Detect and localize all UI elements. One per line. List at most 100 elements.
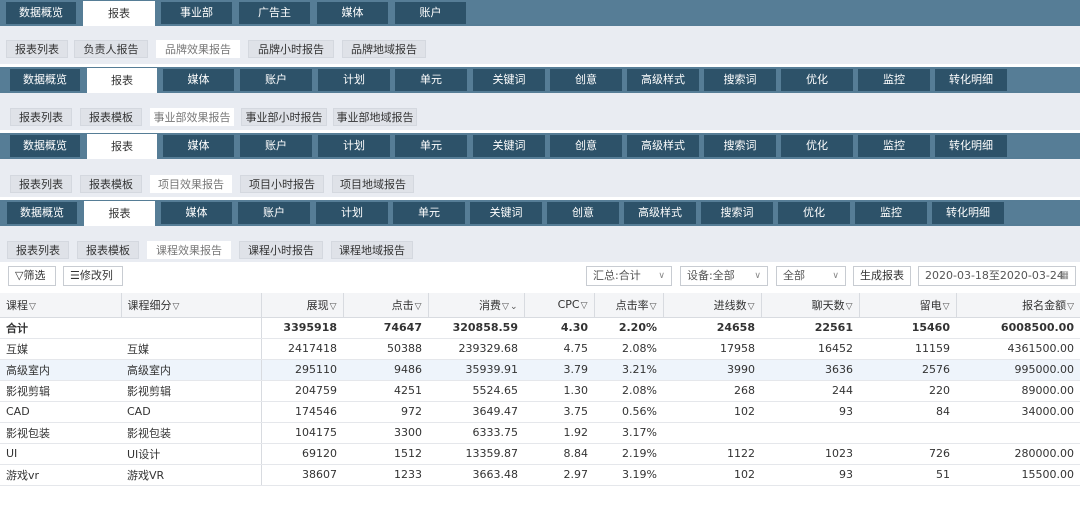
filter-icon[interactable]: ▽ [173, 302, 180, 312]
summary-select[interactable]: 汇总:合计 ∨ [586, 266, 672, 286]
nav-item-overview[interactable]: 数据概览 [6, 2, 76, 24]
nav-item-account[interactable]: 账户 [395, 2, 466, 24]
filter-icon[interactable]: ▽ [581, 301, 588, 311]
col-header-impressions[interactable]: 展现▽ [261, 293, 344, 318]
tab-report-list[interactable]: 报表列表 [6, 40, 68, 58]
tab-report-template[interactable]: 报表模板 [80, 108, 142, 126]
nav-item-overview[interactable]: 数据概览 [10, 135, 80, 157]
nav-item-unit[interactable]: 单元 [395, 69, 467, 91]
nav-item-overview[interactable]: 数据概览 [7, 202, 77, 224]
generate-report-button[interactable]: 生成报表 [853, 266, 911, 286]
tab-division-hourly[interactable]: 事业部小时报告 [241, 108, 327, 126]
col-header-ctr[interactable]: 点击率▽ [594, 293, 664, 318]
nav-item-conversion[interactable]: 转化明细 [932, 202, 1004, 224]
nav-item-account[interactable]: 账户 [238, 202, 310, 224]
filter-button[interactable]: ▽筛选 [8, 266, 56, 286]
all-select[interactable]: 全部 ∨ [776, 266, 846, 286]
filter-icon[interactable]: ▽ [650, 302, 657, 312]
table-row[interactable]: 影视剪辑 影视剪辑 204759 4251 5524.65 1.30 2.08%… [0, 380, 1080, 402]
table-row[interactable]: 高级室内 高级室内 295110 9486 35939.91 3.79 3.21… [0, 359, 1080, 381]
sort-desc-icon[interactable]: ⌄ [510, 302, 518, 312]
nav-item-report[interactable]: 报表 [84, 201, 155, 226]
tab-course-hourly[interactable]: 课程小时报告 [239, 241, 323, 259]
col-header-enrollment[interactable]: 报名金额▽ [956, 293, 1080, 318]
nav-item-advanced-style[interactable]: 高级样式 [627, 135, 699, 157]
nav-item-account[interactable]: 账户 [240, 135, 312, 157]
nav-item-advanced-style[interactable]: 高级样式 [624, 202, 696, 224]
nav-item-optimize[interactable]: 优化 [778, 202, 850, 224]
nav-item-creative[interactable]: 创意 [547, 202, 619, 224]
tab-brand-hourly[interactable]: 品牌小时报告 [248, 40, 334, 58]
tab-brand-region[interactable]: 品牌地域报告 [342, 40, 426, 58]
nav-item-advanced-style[interactable]: 高级样式 [627, 69, 699, 91]
table-row[interactable]: 影视包装 影视包装 104175 3300 6333.75 1.92 3.17% [0, 422, 1080, 444]
tab-project-region[interactable]: 项目地域报告 [332, 175, 414, 193]
filter-icon[interactable]: ▽ [502, 302, 509, 312]
col-header-phones[interactable]: 留电▽ [859, 293, 957, 318]
tab-report-list[interactable]: 报表列表 [7, 241, 69, 259]
tab-report-list[interactable]: 报表列表 [10, 108, 72, 126]
table-row[interactable]: CAD CAD 174546 972 3649.47 3.75 0.56% 10… [0, 401, 1080, 423]
table-row[interactable]: 互媒 互媒 2417418 50388 239329.68 4.75 2.08%… [0, 338, 1080, 360]
tab-course-region[interactable]: 课程地域报告 [331, 241, 413, 259]
tab-report-template[interactable]: 报表模板 [77, 241, 139, 259]
col-header-cost[interactable]: 消费▽⌄ [428, 293, 525, 318]
nav-item-conversion[interactable]: 转化明细 [935, 135, 1007, 157]
nav-item-creative[interactable]: 创意 [550, 135, 622, 157]
col-header-leads[interactable]: 进线数▽ [663, 293, 762, 318]
filter-icon[interactable]: ▽ [943, 302, 950, 312]
col-header-cpc[interactable]: CPC▽ [524, 293, 595, 318]
nav-item-report[interactable]: 报表 [87, 68, 157, 93]
nav-item-creative[interactable]: 创意 [550, 69, 622, 91]
nav-item-media[interactable]: 媒体 [161, 202, 232, 224]
nav-item-keyword[interactable]: 关键词 [473, 135, 545, 157]
tab-brand-effect[interactable]: 品牌效果报告 [156, 40, 240, 58]
filter-icon[interactable]: ▽ [1067, 302, 1074, 312]
nav-item-media[interactable]: 媒体 [163, 135, 234, 157]
nav-item-media[interactable]: 媒体 [163, 69, 234, 91]
nav-item-search-term[interactable]: 搜索词 [704, 135, 776, 157]
col-header-clicks[interactable]: 点击▽ [343, 293, 429, 318]
nav-item-monitor[interactable]: 监控 [858, 135, 930, 157]
tab-division-region[interactable]: 事业部地域报告 [333, 108, 417, 126]
nav-item-monitor[interactable]: 监控 [858, 69, 930, 91]
tab-project-effect[interactable]: 项目效果报告 [150, 175, 232, 193]
tab-division-effect[interactable]: 事业部效果报告 [150, 108, 234, 126]
edit-columns-button[interactable]: ☰修改列 [63, 266, 123, 286]
filter-icon[interactable]: ▽ [415, 302, 422, 312]
col-header-course[interactable]: 课程▽ [0, 293, 122, 318]
nav-item-search-term[interactable]: 搜索词 [701, 202, 773, 224]
nav-item-media[interactable]: 媒体 [317, 2, 388, 24]
table-row[interactable]: 游戏vr 游戏VR 38607 1233 3663.48 2.97 3.19% … [0, 464, 1080, 486]
nav-item-search-term[interactable]: 搜索词 [704, 69, 776, 91]
nav-item-plan[interactable]: 计划 [316, 202, 388, 224]
col-header-subcourse[interactable]: 课程细分▽ [121, 293, 262, 318]
nav-item-optimize[interactable]: 优化 [781, 69, 853, 91]
nav-item-report[interactable]: 报表 [87, 134, 157, 159]
nav-item-plan[interactable]: 计划 [318, 69, 390, 91]
date-range-picker[interactable]: 2020-03-18至2020-03-24 ▦ [918, 266, 1076, 286]
tab-report-template[interactable]: 报表模板 [80, 175, 142, 193]
nav-item-keyword[interactable]: 关键词 [470, 202, 542, 224]
nav-item-report[interactable]: 报表 [83, 1, 155, 26]
tab-report-list[interactable]: 报表列表 [10, 175, 72, 193]
col-header-chats[interactable]: 聊天数▽ [761, 293, 860, 318]
nav-item-monitor[interactable]: 监控 [855, 202, 927, 224]
nav-item-advertiser[interactable]: 广告主 [239, 2, 310, 24]
nav-item-account[interactable]: 账户 [240, 69, 312, 91]
nav-item-division[interactable]: 事业部 [161, 2, 232, 24]
filter-icon[interactable]: ▽ [846, 302, 853, 312]
nav-item-keyword[interactable]: 关键词 [473, 69, 545, 91]
nav-item-overview[interactable]: 数据概览 [10, 69, 80, 91]
nav-item-unit[interactable]: 单元 [395, 135, 467, 157]
nav-item-plan[interactable]: 计划 [318, 135, 390, 157]
device-select[interactable]: 设备:全部 ∨ [680, 266, 768, 286]
filter-icon[interactable]: ▽ [330, 302, 337, 312]
tab-project-hourly[interactable]: 项目小时报告 [240, 175, 324, 193]
tab-owner-report[interactable]: 负责人报告 [74, 40, 148, 58]
filter-icon[interactable]: ▽ [29, 302, 36, 312]
nav-item-conversion[interactable]: 转化明细 [935, 69, 1007, 91]
nav-item-unit[interactable]: 单元 [393, 202, 465, 224]
table-row[interactable]: UI UI设计 69120 1512 13359.87 8.84 2.19% 1… [0, 443, 1080, 465]
nav-item-optimize[interactable]: 优化 [781, 135, 853, 157]
